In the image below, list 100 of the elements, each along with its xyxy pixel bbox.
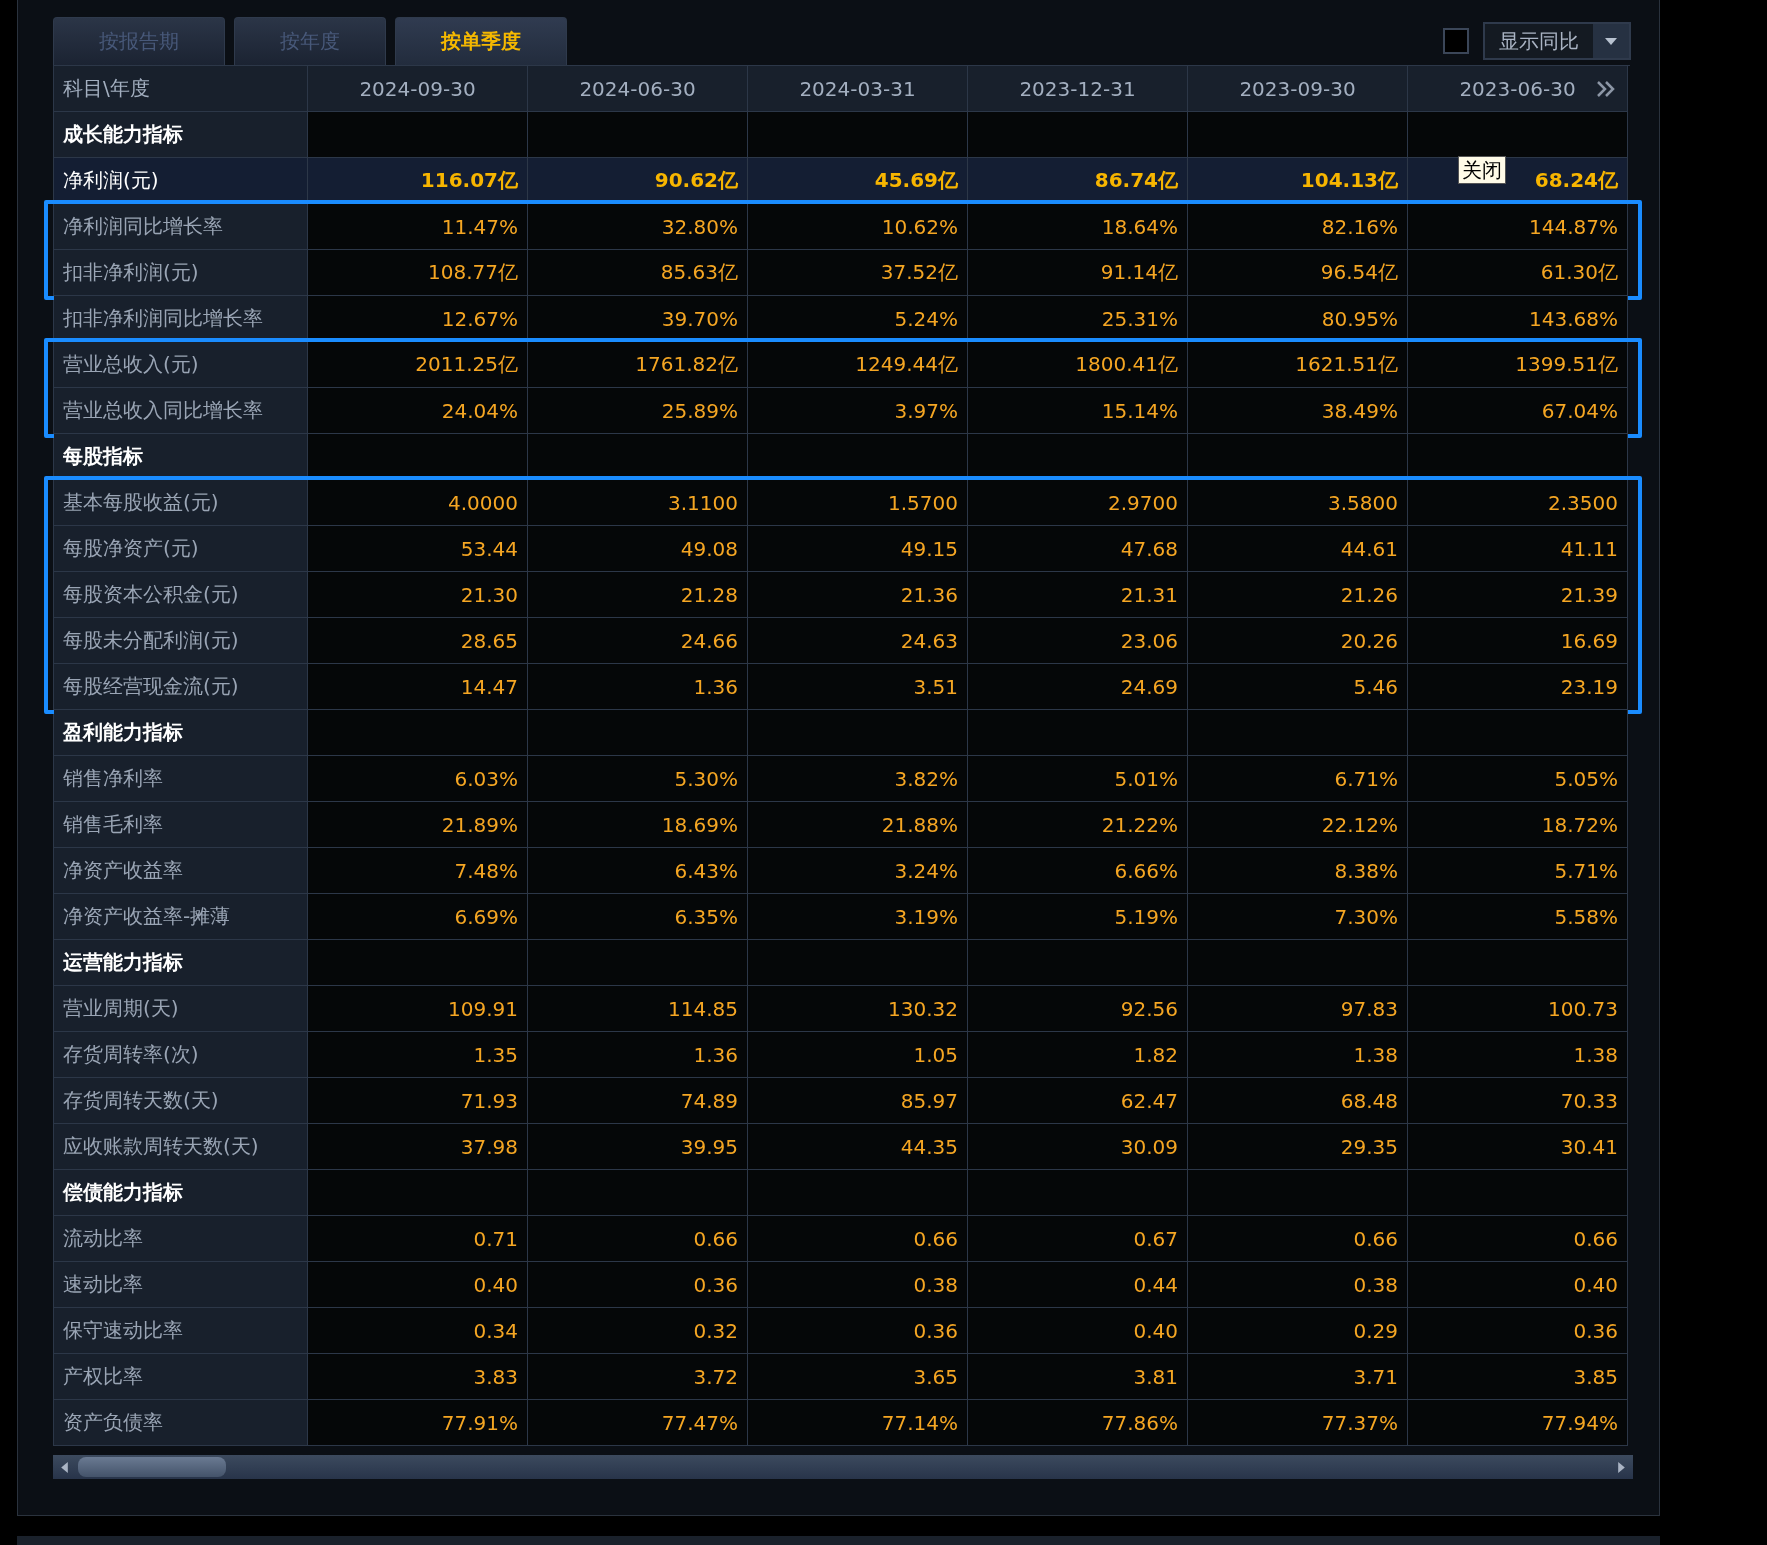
compare-dropdown[interactable]: 显示同比 bbox=[1483, 22, 1631, 60]
table-cell: 3.51 bbox=[748, 664, 968, 710]
row-label: 每股资本公积金(元) bbox=[54, 572, 308, 618]
table-cell: 37.52亿 bbox=[748, 250, 968, 296]
table-cell: 21.30 bbox=[308, 572, 528, 618]
table-cell: 1800.41亿 bbox=[968, 342, 1188, 388]
table-cell: 21.22% bbox=[968, 802, 1188, 848]
table-cell: 0.66 bbox=[748, 1216, 968, 1262]
table-cell: 4.0000 bbox=[308, 480, 528, 526]
table-cell: 61.30亿 bbox=[1408, 250, 1628, 296]
table-cell: 14.47 bbox=[308, 664, 528, 710]
table-cell: 3.71 bbox=[1188, 1354, 1408, 1400]
table-cell: 144.87% bbox=[1408, 204, 1628, 250]
table-cell: 1.36 bbox=[528, 1032, 748, 1078]
table-cell: 1.38 bbox=[1188, 1032, 1408, 1078]
table-cell: 23.06 bbox=[968, 618, 1188, 664]
table-cell: 3.5800 bbox=[1188, 480, 1408, 526]
table-cell: 21.26 bbox=[1188, 572, 1408, 618]
table-cell: 41.11 bbox=[1408, 526, 1628, 572]
scrollbar-thumb[interactable] bbox=[78, 1457, 226, 1477]
table-cell: 3.85 bbox=[1408, 1354, 1628, 1400]
table-cell: 77.37% bbox=[1188, 1400, 1408, 1446]
table-cell: 24.04% bbox=[308, 388, 528, 434]
row-label: 流动比率 bbox=[54, 1216, 308, 1262]
table-cell: 0.40 bbox=[968, 1308, 1188, 1354]
row-label: 速动比率 bbox=[54, 1262, 308, 1308]
row-label: 营业总收入同比增长率 bbox=[54, 388, 308, 434]
table-cell: 5.46 bbox=[1188, 664, 1408, 710]
table-cell: 30.09 bbox=[968, 1124, 1188, 1170]
table-cell: 1.38 bbox=[1408, 1032, 1628, 1078]
table-cell: 0.44 bbox=[968, 1262, 1188, 1308]
table-cell: 49.15 bbox=[748, 526, 968, 572]
table-cell: 21.28 bbox=[528, 572, 748, 618]
table-cell: 24.63 bbox=[748, 618, 968, 664]
table-cell: 16.69 bbox=[1408, 618, 1628, 664]
table-cell: 23.19 bbox=[1408, 664, 1628, 710]
checkbox[interactable] bbox=[1443, 28, 1469, 54]
table-cell: 24.66 bbox=[528, 618, 748, 664]
double-chevron-icon[interactable] bbox=[1596, 80, 1616, 98]
section-title: 盈利能力指标 bbox=[54, 710, 308, 756]
table-cell: 77.91% bbox=[308, 1400, 528, 1446]
row-label: 应收账款周转天数(天) bbox=[54, 1124, 308, 1170]
row-label: 净利润同比增长率 bbox=[54, 204, 308, 250]
column-header: 2024-09-30 bbox=[308, 66, 528, 112]
table-cell: 1761.82亿 bbox=[528, 342, 748, 388]
table-cell: 85.97 bbox=[748, 1078, 968, 1124]
table-cell: 70.33 bbox=[1408, 1078, 1628, 1124]
column-header: 2023-12-31 bbox=[968, 66, 1188, 112]
table-cell: 114.85 bbox=[528, 986, 748, 1032]
row-label: 营业总收入(元) bbox=[54, 342, 308, 388]
table-cell: 100.73 bbox=[1408, 986, 1628, 1032]
table-cell: 0.66 bbox=[1408, 1216, 1628, 1262]
table-cell: 5.58% bbox=[1408, 894, 1628, 940]
table-cell: 0.38 bbox=[1188, 1262, 1408, 1308]
table-cell: 5.19% bbox=[968, 894, 1188, 940]
table-cell: 0.66 bbox=[528, 1216, 748, 1262]
row-label: 存货周转天数(天) bbox=[54, 1078, 308, 1124]
row-label: 每股经营现金流(元) bbox=[54, 664, 308, 710]
table-cell: 39.95 bbox=[528, 1124, 748, 1170]
table-cell: 47.68 bbox=[968, 526, 1188, 572]
horizontal-scrollbar[interactable] bbox=[53, 1455, 1633, 1479]
table-cell: 18.64% bbox=[968, 204, 1188, 250]
table-cell: 32.80% bbox=[528, 204, 748, 250]
table-cell: 3.24% bbox=[748, 848, 968, 894]
table-cell: 6.69% bbox=[308, 894, 528, 940]
table-cell: 20.26 bbox=[1188, 618, 1408, 664]
table-cell: 15.14% bbox=[968, 388, 1188, 434]
table-cell: 0.40 bbox=[1408, 1262, 1628, 1308]
table-cell: 44.35 bbox=[748, 1124, 968, 1170]
table-cell: 0.34 bbox=[308, 1308, 528, 1354]
section-title: 运营能力指标 bbox=[54, 940, 308, 986]
table-cell: 1.82 bbox=[968, 1032, 1188, 1078]
left-arrow-icon[interactable] bbox=[61, 1461, 68, 1473]
table-cell: 3.97% bbox=[748, 388, 968, 434]
column-header: 2024-06-30 bbox=[528, 66, 748, 112]
table-cell: 21.89% bbox=[308, 802, 528, 848]
row-label: 基本每股收益(元) bbox=[54, 480, 308, 526]
table-cell: 37.98 bbox=[308, 1124, 528, 1170]
table-cell: 1249.44亿 bbox=[748, 342, 968, 388]
table-cell: 0.38 bbox=[748, 1262, 968, 1308]
section-title: 成长能力指标 bbox=[54, 112, 308, 158]
table-cell: 30.41 bbox=[1408, 1124, 1628, 1170]
period-tab[interactable]: 按单季度 bbox=[395, 17, 567, 65]
right-arrow-icon[interactable] bbox=[1618, 1461, 1625, 1473]
table-cell: 6.66% bbox=[968, 848, 1188, 894]
table-cell: 67.04% bbox=[1408, 388, 1628, 434]
table-cell: 3.19% bbox=[748, 894, 968, 940]
table-cell: 3.65 bbox=[748, 1354, 968, 1400]
table-cell: 0.36 bbox=[748, 1308, 968, 1354]
dropdown-label: 显示同比 bbox=[1498, 27, 1580, 55]
table-cell: 44.61 bbox=[1188, 526, 1408, 572]
section-title: 偿债能力指标 bbox=[54, 1170, 308, 1216]
table-cell: 92.56 bbox=[968, 986, 1188, 1032]
table-cell: 53.44 bbox=[308, 526, 528, 572]
table-cell: 3.1100 bbox=[528, 480, 748, 526]
table-cell: 74.89 bbox=[528, 1078, 748, 1124]
table-cell: 62.47 bbox=[968, 1078, 1188, 1124]
table-cell: 21.88% bbox=[748, 802, 968, 848]
table-cell: 0.29 bbox=[1188, 1308, 1408, 1354]
row-label: 净资产收益率 bbox=[54, 848, 308, 894]
